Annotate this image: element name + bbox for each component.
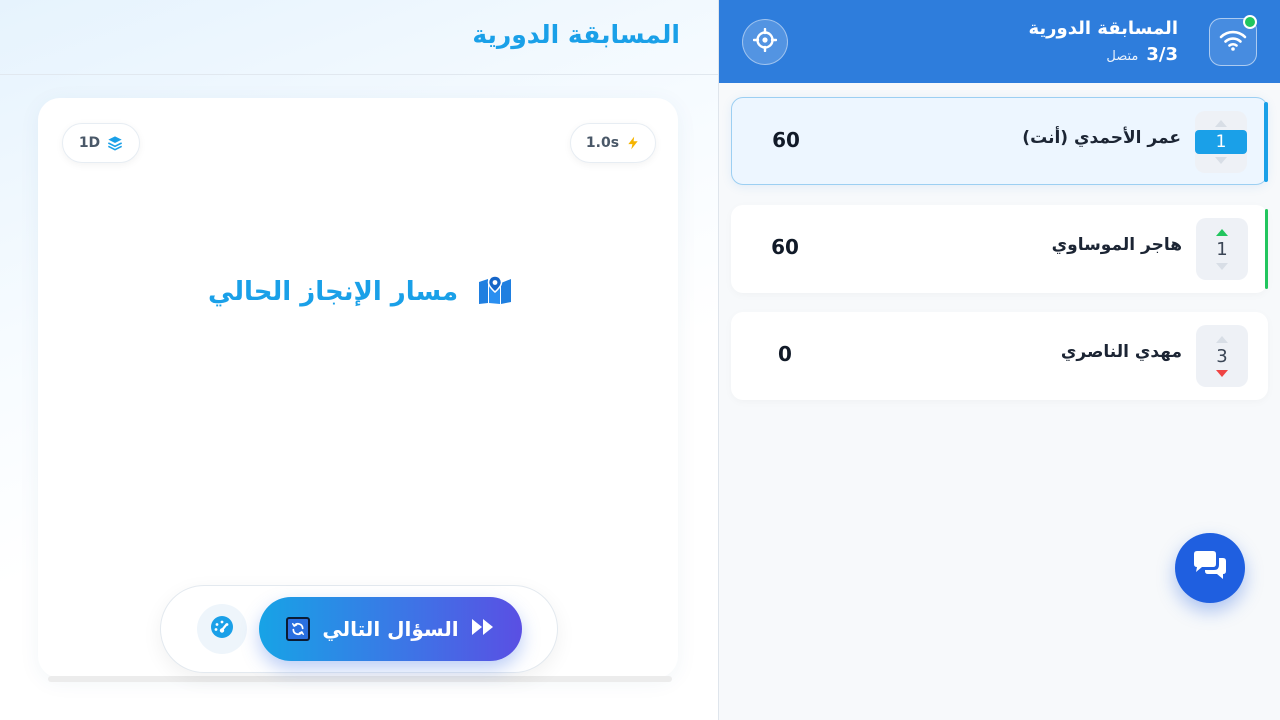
leaderboard-row[interactable]: 1 هاجر الموساوي 60 [731,205,1268,293]
rank-number: 3 [1216,345,1228,367]
mode-badge[interactable]: 1D [62,123,140,163]
mode-badge-label: 1D [78,135,101,151]
crosshair-icon [752,27,778,56]
main-header: المسابقة الدورية [0,0,718,75]
connection-status: 3/3 متصل [1106,44,1178,65]
locate-button[interactable] [742,19,788,65]
chat-icon [1191,550,1229,586]
player-score: 60 [772,128,800,152]
chevron-up-icon [1215,120,1227,127]
trend-up-icon [1216,228,1228,236]
rank-box: 3 [1196,325,1248,387]
rank-number: 1 [1195,130,1247,154]
chevron-down-icon [1216,262,1228,270]
layers-icon [107,135,123,151]
chevron-up-icon [1216,335,1228,343]
player-score: 60 [771,235,799,259]
map-icon [478,275,512,309]
player-score: 0 [778,342,792,366]
rank-box: 1 [1195,111,1247,173]
speed-badge-label: 1.0s [585,135,620,151]
fast-forward-icon [471,618,495,640]
player-name: مهدي الناصري [1060,342,1182,362]
speedometer-icon [210,615,234,643]
leaderboard-row-me[interactable]: 1 عمر الأحمدي (أنت) 60 [731,97,1268,185]
speed-badge[interactable]: 1.0s [570,123,656,163]
next-question-label: السؤال التالي [322,617,459,641]
progress-title: مسار الإنجاز الحالي [207,277,459,307]
progress-heading: مسار الإنجاز الحالي [200,270,520,314]
player-name: عمر الأحمدي (أنت) [1022,128,1181,148]
leaderboard-row[interactable]: 3 مهدي الناصري 0 [731,312,1268,400]
online-status-dot [1243,15,1257,29]
sidebar-header [719,0,1280,83]
rank-number: 1 [1216,238,1228,260]
connected-count: 3/3 [1146,44,1178,65]
lightning-icon [626,135,640,151]
sidebar-title: المسابقة الدورية [1028,18,1178,39]
chevron-down-icon [1215,157,1227,164]
next-question-button[interactable]: السؤال التالي [259,597,522,661]
page-title: المسابقة الدورية [472,20,680,49]
rank-box: 1 [1196,218,1248,280]
wifi-icon [1219,28,1247,56]
speed-control-button[interactable] [197,604,247,654]
refresh-icon [286,617,311,641]
card-bottom-divider [48,676,672,682]
connected-label: متصل [1106,49,1139,64]
chat-button[interactable] [1175,533,1245,603]
player-name: هاجر الموساوي [1051,235,1182,255]
trend-down-icon [1216,369,1228,377]
